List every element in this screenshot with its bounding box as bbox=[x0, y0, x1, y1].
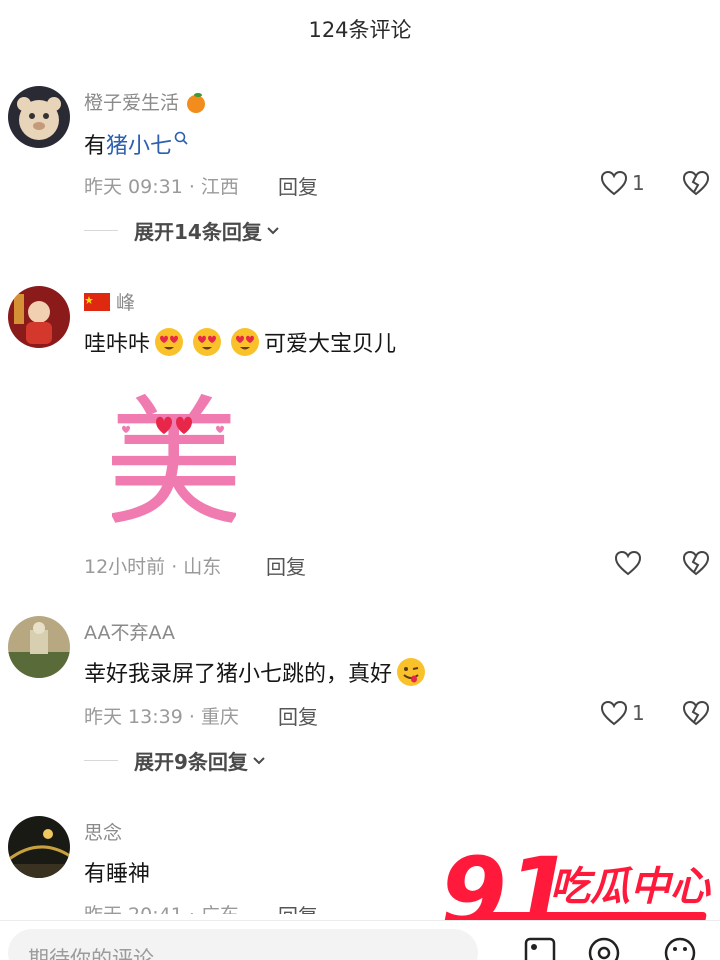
reply-button[interactable]: 回复 bbox=[266, 551, 306, 580]
heart-icon bbox=[600, 700, 628, 726]
heart-eyes-emoji-icon bbox=[155, 328, 184, 356]
dislike-button[interactable] bbox=[682, 700, 710, 730]
like-button[interactable] bbox=[614, 550, 642, 576]
comments-header: 124条评论 bbox=[0, 0, 720, 58]
emoji-icon[interactable] bbox=[660, 935, 700, 960]
comment-meta: 12小时前 · 山东 bbox=[84, 556, 222, 578]
china-flag-icon bbox=[84, 292, 110, 311]
dislike-button[interactable] bbox=[682, 550, 710, 580]
sticker-image[interactable]: 美 bbox=[104, 383, 244, 546]
like-button[interactable]: 1 bbox=[600, 170, 645, 196]
avatar[interactable] bbox=[8, 286, 70, 348]
broken-heart-icon bbox=[682, 550, 710, 576]
comment-input-bar: 期待你的评论 bbox=[0, 920, 720, 960]
comment-username[interactable]: 峰 bbox=[84, 288, 135, 315]
comments-count-title: 124条评论 bbox=[308, 18, 412, 42]
comment-body: 幸好我录屏了猪小七跳的，真好 bbox=[84, 656, 430, 688]
search-icon[interactable] bbox=[174, 131, 190, 147]
avatar[interactable] bbox=[8, 816, 70, 878]
comment-input[interactable]: 期待你的评论 bbox=[8, 929, 478, 960]
broken-heart-icon bbox=[682, 700, 710, 726]
sticker-text: 美 bbox=[112, 388, 236, 524]
divider bbox=[84, 760, 118, 761]
comment-meta: 昨天 13:39 · 重庆 bbox=[84, 706, 239, 728]
expand-replies-button[interactable]: 展开14条回复 bbox=[84, 216, 280, 245]
heart-icon bbox=[600, 170, 628, 196]
broken-heart-icon bbox=[682, 170, 710, 196]
comment-body: 有 猪小七 bbox=[84, 128, 190, 160]
comment-username[interactable]: 橙子爱生活 bbox=[84, 88, 207, 115]
divider bbox=[84, 230, 118, 231]
comment-meta: 昨天 09:31 · 江西 bbox=[84, 176, 239, 198]
comment-username[interactable]: AA不弃AA bbox=[84, 618, 175, 645]
reply-button[interactable]: 回复 bbox=[278, 900, 318, 914]
like-count: 1 bbox=[632, 171, 645, 195]
chevron-down-icon bbox=[253, 756, 265, 764]
heart-icon bbox=[614, 550, 642, 576]
comment-body: 有睡神 bbox=[84, 862, 151, 887]
avatar[interactable] bbox=[8, 86, 70, 148]
like-count: 1 bbox=[632, 701, 645, 725]
heart-eyes-emoji-icon bbox=[193, 328, 222, 356]
comment-input-placeholder: 期待你的评论 bbox=[28, 947, 154, 960]
avatar[interactable] bbox=[8, 616, 70, 678]
reply-button[interactable]: 回复 bbox=[278, 171, 318, 200]
comment-body: 哇咔咔 可爱大宝贝儿 bbox=[84, 326, 396, 358]
comment-meta: 昨天 20:41 · 广东 bbox=[84, 900, 239, 914]
chevron-down-icon bbox=[267, 226, 279, 234]
search-link[interactable]: 猪小七 bbox=[106, 128, 172, 160]
dislike-button[interactable] bbox=[682, 170, 710, 200]
like-button[interactable]: 1 bbox=[600, 700, 645, 726]
at-icon[interactable] bbox=[584, 935, 624, 960]
image-icon[interactable] bbox=[520, 935, 560, 960]
heart-eyes-emoji-icon bbox=[231, 328, 260, 356]
expand-replies-button[interactable]: 展开9条回复 bbox=[84, 746, 266, 775]
comment-username[interactable]: 思念 bbox=[84, 818, 122, 845]
wink-tongue-emoji-icon bbox=[397, 658, 426, 686]
watermark-text: 吃瓜中心 bbox=[550, 864, 711, 910]
reply-button[interactable]: 回复 bbox=[278, 701, 318, 730]
orange-emoji-icon bbox=[187, 92, 206, 113]
